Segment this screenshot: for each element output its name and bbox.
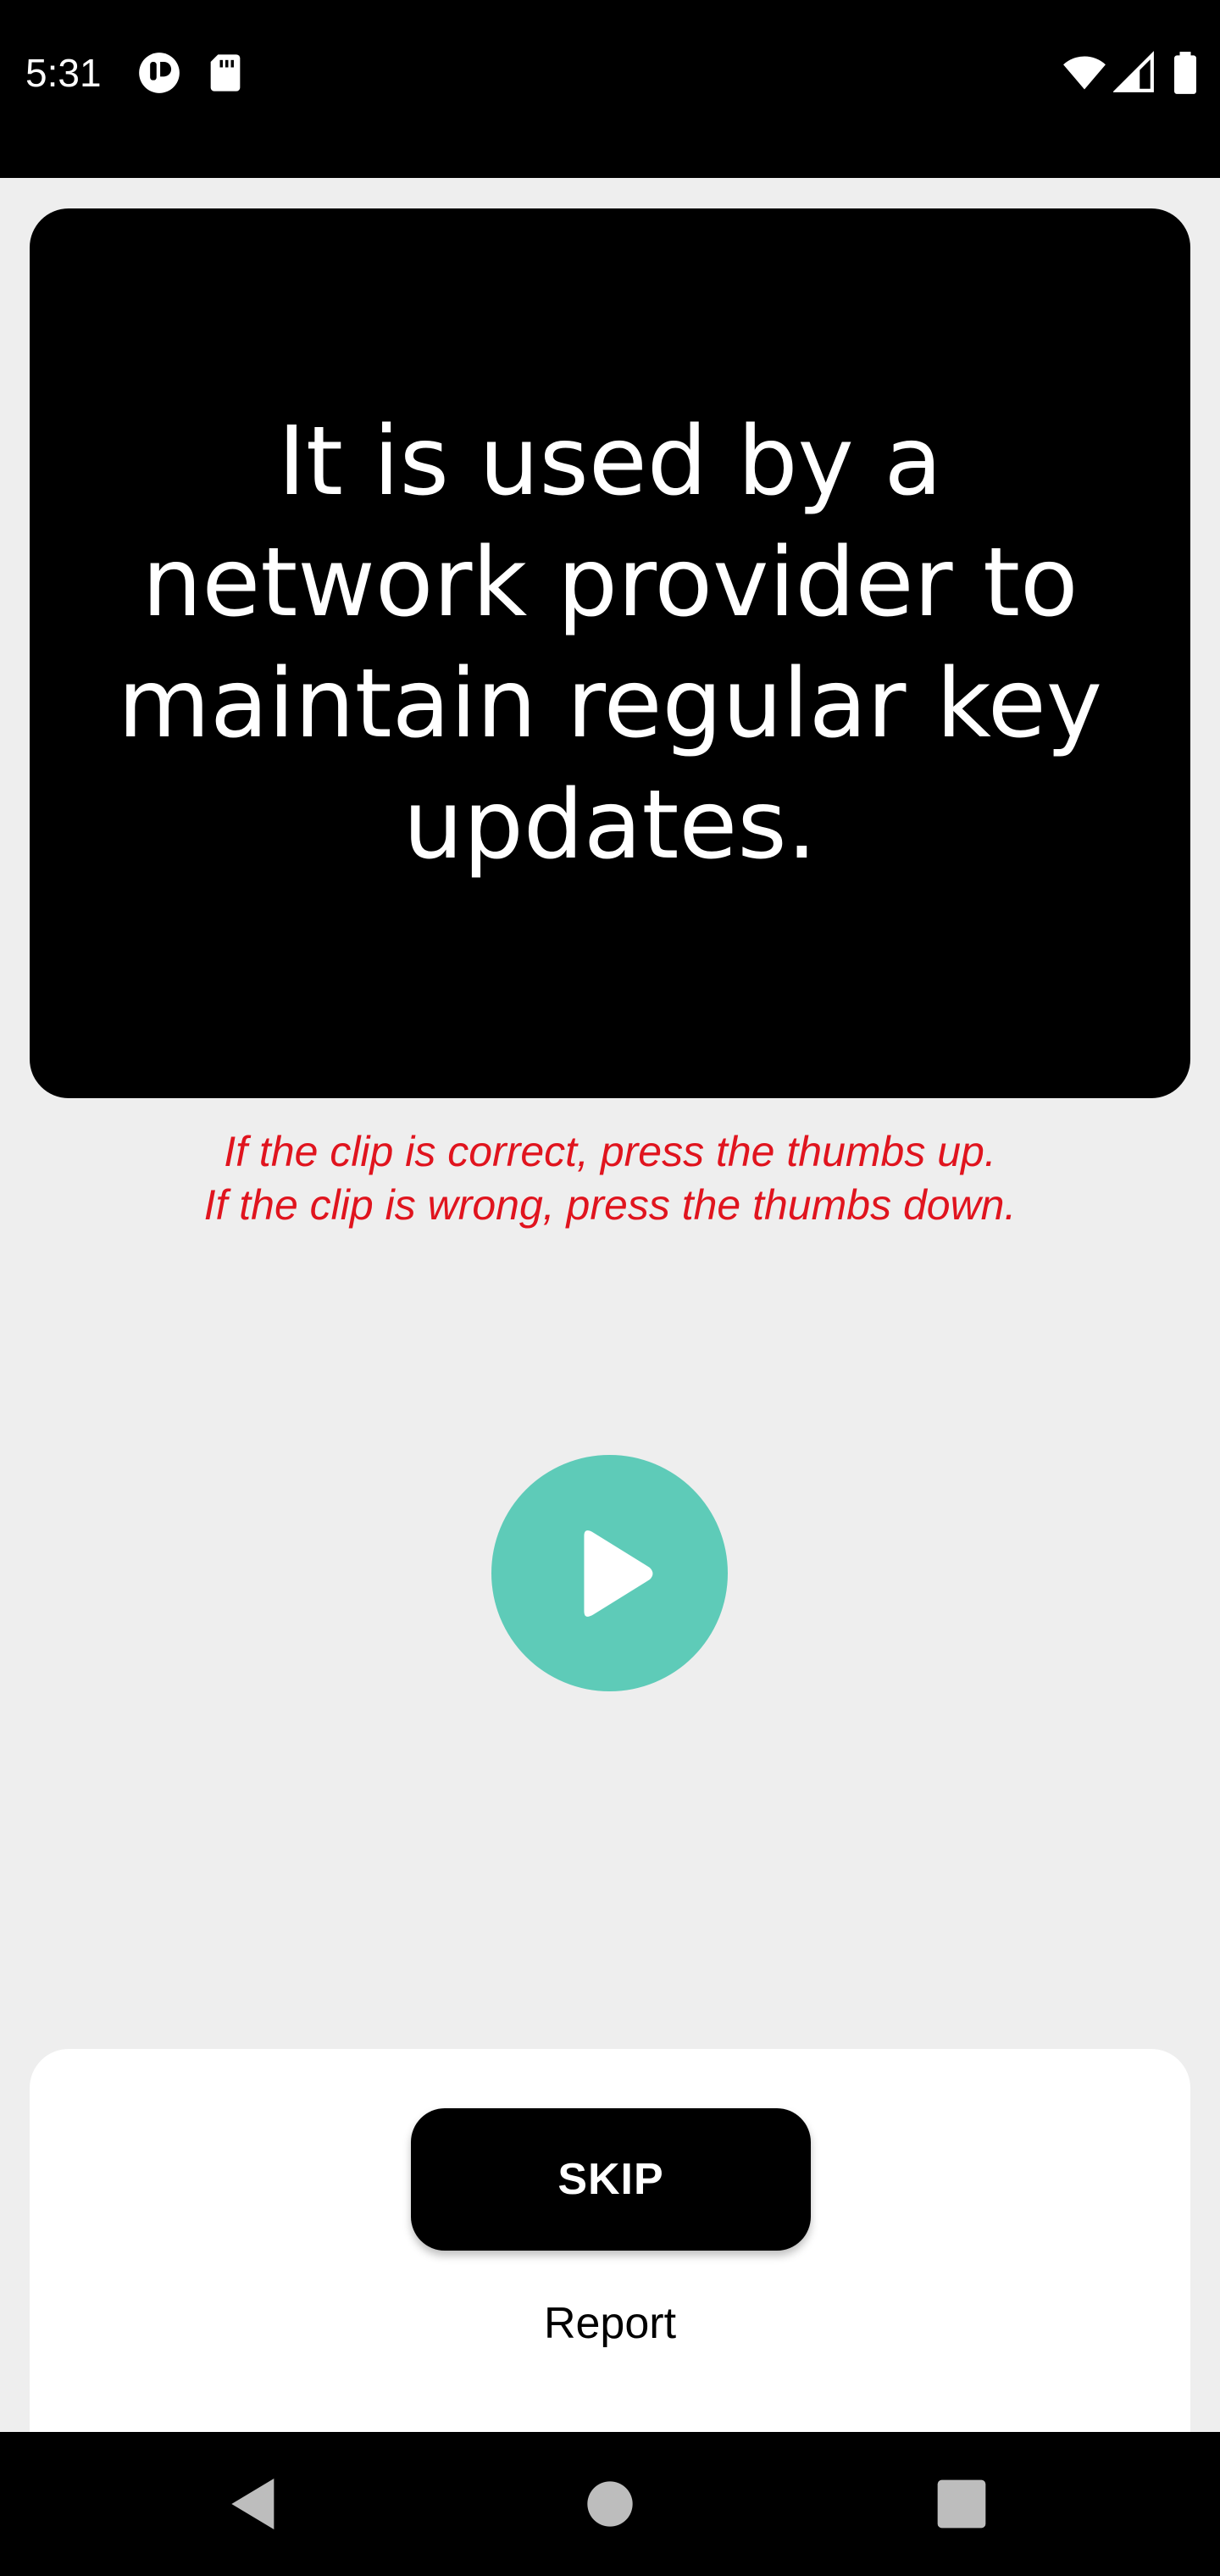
bottom-panel: SKIP Report [30, 2049, 1190, 2439]
sd-card-icon [203, 51, 247, 95]
instruction-line-correct: If the clip is correct, press the thumbs… [224, 1128, 996, 1175]
recents-icon[interactable] [928, 2470, 995, 2538]
screen: 5:31 It is used by a network provider to… [0, 0, 1220, 2576]
status-time: 5:31 [25, 51, 102, 95]
play-icon [583, 1530, 652, 1617]
instruction-line-wrong: If the clip is wrong, press the thumbs d… [203, 1181, 1017, 1229]
cell-signal-icon [1113, 51, 1156, 95]
sentence-card: It is used by a network provider to main… [30, 208, 1190, 1098]
back-icon[interactable] [220, 2470, 288, 2538]
battery-icon [1171, 51, 1200, 95]
report-link[interactable]: Report [30, 2296, 1190, 2351]
skip-button[interactable]: SKIP [411, 2108, 811, 2251]
instructions: If the clip is correct, press the thumbs… [0, 1125, 1220, 1232]
nav-bar [0, 2432, 1220, 2576]
dnd-icon [137, 51, 181, 95]
status-bar: 5:31 [0, 0, 1220, 178]
sentence-text: It is used by a network provider to main… [117, 407, 1103, 880]
play-button[interactable] [491, 1455, 728, 1691]
wifi-icon [1061, 51, 1108, 95]
home-icon[interactable] [576, 2470, 644, 2538]
